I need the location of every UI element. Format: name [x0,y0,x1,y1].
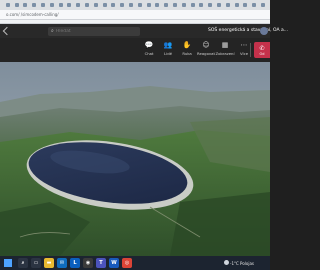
browser-tab[interactable] [93,3,98,7]
taskbar-chrome-icon[interactable]: ◎ [122,258,132,268]
taskbar-file-explorer-icon[interactable]: ▬ [44,258,54,268]
browser-tab[interactable] [14,3,19,7]
toolbar-lidé-button[interactable]: 👥 Lidé [159,41,177,61]
browser-tab[interactable] [76,3,81,7]
browser-tab[interactable] [120,3,125,7]
chat-icon: 💬 [144,41,154,49]
toolbar-label: Reagovat [197,51,215,56]
toolbar-více-button[interactable]: ⋯ Více [235,41,253,61]
browser-tab[interactable] [234,3,239,7]
toolbar-label: Zobrazení [215,51,235,56]
toolbar-reagovat-button[interactable]: ☺ Reagovat [197,41,215,61]
browser-tab[interactable] [58,3,63,7]
taskbar-teams-icon[interactable]: T [96,258,106,268]
taskbar-task-view-icon[interactable]: ▭ [31,258,41,268]
browser-tab-strip[interactable] [0,0,270,10]
toolbar-label: Více [239,51,249,56]
browser-tab[interactable] [199,3,204,7]
raise-hand-icon: ✋ [182,41,192,49]
toolbar-label: Lidé [164,51,172,56]
browser-tab[interactable] [252,3,257,7]
more-icon: ⋯ [240,41,248,49]
browser-tab[interactable] [172,3,177,7]
avatar[interactable] [260,27,268,35]
toolbar-ruka-button[interactable]: ✋ Ruka [178,41,196,61]
windows-start-icon[interactable] [4,259,12,267]
browser-tab[interactable] [208,3,213,7]
browser-tab[interactable] [243,3,248,7]
toolbar-label: Chat [144,51,154,56]
browser-tab[interactable] [128,3,133,7]
leave-label: Od [259,51,265,56]
url-text[interactable]: o.com/ /simcodem-calling/ [6,12,59,17]
address-bar[interactable]: o.com/ /simcodem-calling/ [0,10,270,20]
leave-button[interactable]: ✆ Od [254,42,270,58]
search-input[interactable] [55,28,136,34]
browser-tab[interactable] [216,3,221,7]
landscape-photo [0,62,270,256]
browser-tab[interactable] [84,3,89,7]
browser-tab[interactable] [111,3,116,7]
browser-tab[interactable] [67,3,72,7]
view-icon: ▦ [221,41,229,49]
people-icon: 👥 [163,41,173,49]
phone-hangup-icon: ✆ [259,44,265,52]
search-box[interactable]: ⌕ [48,26,140,36]
taskbar-lenovo-icon[interactable]: L [70,258,80,268]
back-arrow-icon[interactable] [2,26,12,36]
weather-icon[interactable] [224,260,229,265]
browser-tab[interactable] [102,3,107,7]
taskbar-search-icon[interactable]: ⌕ [18,258,28,268]
taskbar: -1°C Polojas ⌕ ▭ ▬ ✉ L ◉ T W ◎ [0,256,270,270]
browser-tab[interactable] [190,3,195,7]
browser-tab[interactable] [181,3,186,7]
taskbar-word-icon[interactable]: W [109,258,119,268]
browser-tab[interactable] [155,3,160,7]
meeting-toolbar: ✆ Od 💬 Chat 👥 Lidé ✋ Ruka ☺ Reagovat ▦ Zobrazení ⋯… [0,38,270,62]
browser-tab[interactable] [49,3,54,7]
weather-text[interactable]: -1°C Polojas [230,261,254,266]
taskbar-app-camera-icon[interactable]: ◉ [83,258,93,268]
browser-tab[interactable] [146,3,151,7]
react-icon: ☺ [202,41,210,49]
meeting-title: SOŠ energetická a stavební, OA a... [208,28,289,33]
browser-tab[interactable] [23,3,28,7]
search-icon: ⌕ [51,28,54,34]
browser-tab[interactable] [260,3,265,7]
toolbar-label: Ruka [182,51,192,56]
browser-tab[interactable] [32,3,37,7]
teams-header: ⌕ SOŠ energetická a stavební, OA a... [0,24,288,38]
toolbar-zobrazení-button[interactable]: ▦ Zobrazení [215,41,235,61]
browser-tab[interactable] [5,3,10,7]
browser-tab[interactable] [225,3,230,7]
browser-tab[interactable] [40,3,45,7]
shared-screen [0,62,270,256]
taskbar-mail-icon[interactable]: ✉ [57,258,67,268]
browser-tab[interactable] [164,3,169,7]
toolbar-chat-button[interactable]: 💬 Chat [140,41,158,61]
browser-tab[interactable] [137,3,142,7]
